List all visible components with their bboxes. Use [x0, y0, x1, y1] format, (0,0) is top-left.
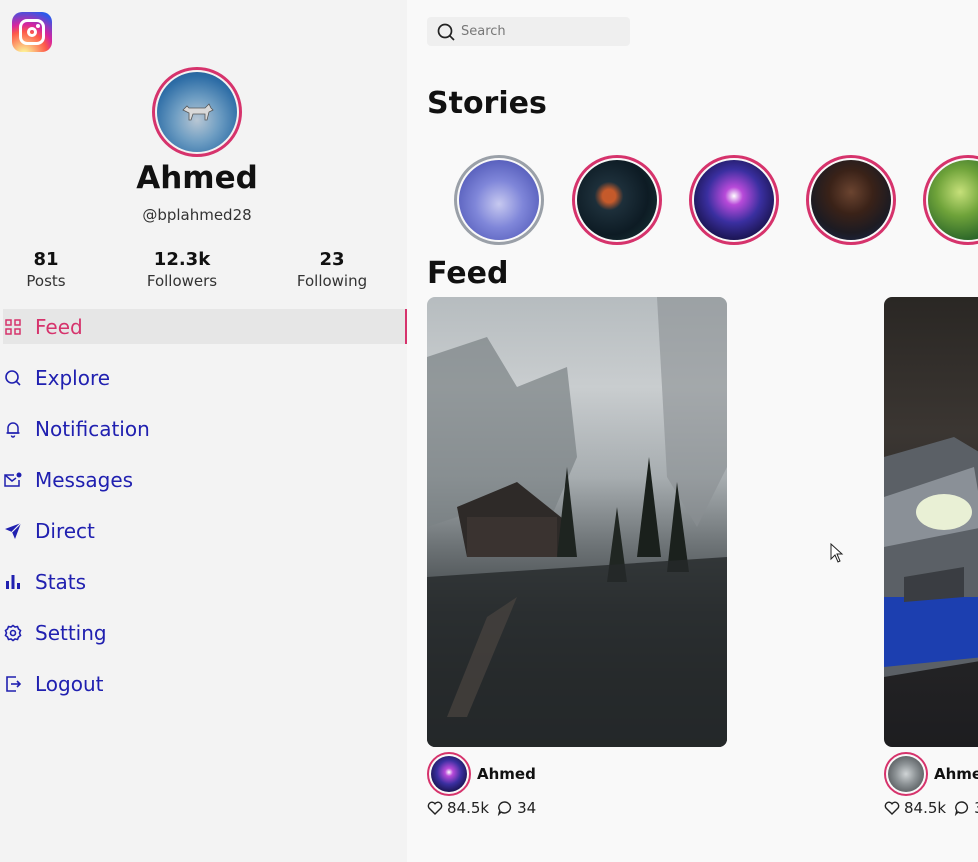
feed-post: Ahmed 84.5k 34 — [884, 297, 978, 817]
mouse-cursor-icon — [830, 543, 844, 563]
stat-followers[interactable]: 12.3k Followers — [141, 249, 223, 290]
post-stats: 84.5k 34 — [427, 799, 536, 817]
author-name[interactable]: Ahmed — [477, 765, 536, 783]
mail-icon — [3, 470, 23, 490]
comment-count: 34 — [517, 799, 537, 817]
author-avatar[interactable] — [427, 752, 471, 796]
post-image[interactable] — [884, 297, 978, 747]
main-content: Stories Feed — [407, 0, 978, 862]
instagram-logo-icon[interactable] — [12, 12, 52, 52]
post-author[interactable]: Ahmed — [427, 752, 536, 796]
logout-icon — [3, 674, 23, 694]
author-avatar[interactable] — [884, 752, 928, 796]
comment-icon[interactable] — [497, 800, 513, 816]
nav-label: Feed — [35, 314, 83, 339]
comment-count: 34 — [974, 799, 978, 817]
like-count: 84.5k — [904, 799, 947, 817]
nav-label: Setting — [35, 620, 107, 645]
nav-item-notification[interactable]: Notification — [3, 411, 407, 446]
nav-item-direct[interactable]: Direct — [3, 513, 407, 548]
author-name[interactable]: Ahmed — [934, 765, 978, 783]
stat-posts[interactable]: 81 Posts — [16, 249, 76, 290]
stat-label: Following — [296, 272, 368, 290]
nav-label: Explore — [35, 365, 111, 390]
nav-label: Logout — [35, 671, 104, 696]
story-item[interactable] — [806, 155, 896, 245]
nav-label: Direct — [35, 518, 95, 543]
wolf-icon — [182, 103, 214, 121]
sidebar-nav: Feed Explore Notification Messages Direc… — [3, 309, 407, 717]
post-image[interactable] — [427, 297, 727, 747]
nav-item-explore[interactable]: Explore — [3, 360, 407, 395]
story-item[interactable] — [454, 155, 544, 245]
story-item[interactable] — [572, 155, 662, 245]
sidebar: Ahmed @bplahmed28 81 Posts 12.3k Followe… — [0, 0, 407, 862]
nav-item-logout[interactable]: Logout — [3, 666, 407, 701]
search-icon — [3, 368, 23, 388]
landscape-illustration — [427, 297, 727, 747]
nav-item-setting[interactable]: Setting — [3, 615, 407, 650]
car-illustration — [884, 437, 978, 677]
nav-label: Stats — [35, 569, 87, 594]
nav-item-feed[interactable]: Feed — [3, 309, 407, 344]
post-stats: 84.5k 34 — [884, 799, 978, 817]
send-icon — [3, 521, 23, 541]
stat-label: Followers — [146, 272, 218, 290]
search-icon — [437, 23, 455, 41]
nav-item-stats[interactable]: Stats — [3, 564, 407, 599]
nav-label: Notification — [35, 416, 150, 441]
bar-chart-icon — [3, 572, 23, 592]
stat-value: 23 — [319, 249, 345, 270]
profile-name: Ahmed — [136, 160, 258, 196]
profile-avatar[interactable] — [152, 67, 242, 157]
bell-icon — [3, 419, 23, 439]
nav-item-messages[interactable]: Messages — [3, 462, 407, 497]
comment-icon[interactable] — [954, 800, 970, 816]
stories-title: Stories — [427, 86, 547, 121]
story-item[interactable] — [689, 155, 779, 245]
gear-icon — [3, 623, 23, 643]
heart-icon[interactable] — [427, 800, 443, 816]
search-input[interactable] — [461, 24, 621, 39]
heart-icon[interactable] — [884, 800, 900, 816]
grid-icon — [3, 317, 23, 337]
stat-following[interactable]: 23 Following — [292, 249, 372, 290]
stat-value: 81 — [33, 249, 59, 270]
stat-label: Posts — [26, 272, 66, 290]
profile-handle: @bplahmed28 — [142, 206, 252, 224]
like-count: 84.5k — [447, 799, 490, 817]
stat-value: 12.3k — [153, 249, 211, 270]
search-bar[interactable] — [427, 17, 630, 46]
feed-post: Ahmed 84.5k 34 — [427, 297, 727, 817]
nav-label: Messages — [35, 467, 134, 492]
post-author[interactable]: Ahmed — [884, 752, 978, 796]
story-item[interactable] — [923, 155, 978, 245]
feed-title: Feed — [427, 256, 509, 291]
